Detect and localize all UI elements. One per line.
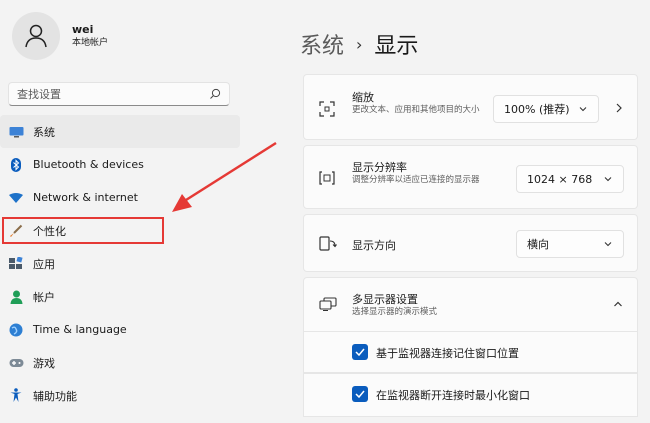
gamepad-icon [8, 355, 24, 371]
checkmark-icon [355, 390, 365, 398]
bluetooth-icon [8, 157, 24, 173]
chevron-down-icon [604, 177, 612, 182]
multiple-displays-description: 选择显示器的演示模式 [352, 307, 438, 317]
globe-icon [8, 322, 24, 338]
scale-value: 100% (推荐) [504, 103, 570, 116]
scale-description: 更改文本、应用和其他项目的大小 [352, 105, 480, 115]
account-icon [8, 289, 24, 305]
sidebar-nav: 系统 Bluetooth & devices Network & interne… [0, 115, 240, 412]
orientation-icon [319, 236, 337, 251]
sidebar-item-label: Bluetooth & devices [33, 158, 144, 171]
resolution-dropdown[interactable]: 1024 × 768 [516, 165, 624, 193]
minimize-windows-row: 在监视器断开连接时最小化窗口 [303, 373, 638, 417]
page-title: 显示 [374, 34, 419, 59]
checkmark-icon [355, 348, 365, 356]
sidebar-item-bluetooth[interactable]: Bluetooth & devices [0, 148, 240, 181]
sidebar-item-apps[interactable]: 应用 [0, 247, 240, 280]
breadcrumb-parent[interactable]: 系统 [300, 28, 344, 60]
chevron-up-icon[interactable] [613, 300, 623, 308]
orientation-setting-card[interactable]: 显示方向 横向 [303, 214, 638, 272]
scale-setting-card[interactable]: 缩放 更改文本、应用和其他项目的大小 100% (推荐) [303, 74, 638, 140]
accessibility-icon [8, 388, 24, 404]
remember-window-locations-checkbox[interactable] [352, 344, 368, 360]
sidebar-item-label: 帐户 [33, 290, 55, 304]
profile-name: wei [72, 23, 94, 36]
scale-title: 缩放 [352, 91, 374, 104]
sidebar-item-gaming[interactable]: 游戏 [0, 346, 240, 379]
resolution-icon [319, 171, 335, 185]
chevron-right-icon[interactable] [615, 103, 623, 113]
resolution-setting-card[interactable]: 显示分辨率 调整分辨率以适应已连接的显示器 1024 × 768 [303, 145, 638, 209]
sidebar-item-label: Network & internet [33, 191, 138, 204]
user-icon [25, 24, 47, 48]
sidebar-item-accessibility[interactable]: 辅助功能 [0, 379, 240, 412]
search-icon[interactable] [209, 88, 221, 100]
multiple-displays-title: 多显示器设置 [352, 293, 418, 306]
chevron-down-icon [604, 242, 612, 247]
annotation-highlight-box [2, 217, 164, 244]
sidebar-item-label: Time & language [33, 323, 127, 336]
sidebar-item-time-language[interactable]: Time & language [0, 313, 240, 346]
orientation-value: 横向 [527, 238, 549, 251]
user-profile[interactable]: wei 本地帐户 [12, 10, 108, 62]
remember-window-locations-row: 基于监视器连接记住窗口位置 [303, 331, 638, 373]
orientation-title: 显示方向 [352, 239, 396, 252]
search-box[interactable] [8, 82, 230, 106]
chevron-down-icon [579, 107, 587, 112]
sidebar-item-label: 辅助功能 [33, 389, 77, 403]
wifi-icon [8, 190, 24, 206]
breadcrumb-separator-icon: › [356, 34, 363, 54]
apps-icon [8, 256, 24, 272]
resolution-value: 1024 × 768 [527, 172, 593, 186]
system-icon [8, 124, 24, 140]
sidebar-item-system[interactable]: 系统 [0, 115, 240, 148]
sidebar-item-network[interactable]: Network & internet [0, 181, 240, 214]
minimize-windows-label: 在监视器断开连接时最小化窗口 [376, 389, 530, 402]
breadcrumb: 系统 › 显示 [300, 28, 418, 60]
scale-icon [319, 101, 335, 117]
account-type: 本地帐户 [72, 38, 109, 48]
minimize-windows-checkbox[interactable] [352, 386, 368, 402]
scale-dropdown[interactable]: 100% (推荐) [493, 95, 599, 123]
search-input[interactable] [9, 83, 197, 106]
multiple-displays-expander[interactable]: 多显示器设置 选择显示器的演示模式 [303, 277, 638, 332]
sidebar-item-label: 系统 [33, 125, 55, 139]
avatar [12, 12, 60, 60]
resolution-title: 显示分辨率 [352, 161, 407, 174]
sidebar-item-accounts[interactable]: 帐户 [0, 280, 240, 313]
remember-window-locations-label: 基于监视器连接记住窗口位置 [376, 347, 519, 360]
sidebar-item-label: 游戏 [33, 356, 55, 370]
multiple-displays-icon [319, 297, 337, 311]
resolution-description: 调整分辨率以适应已连接的显示器 [352, 175, 480, 185]
sidebar-item-label: 应用 [33, 257, 55, 271]
orientation-dropdown[interactable]: 横向 [516, 230, 624, 258]
